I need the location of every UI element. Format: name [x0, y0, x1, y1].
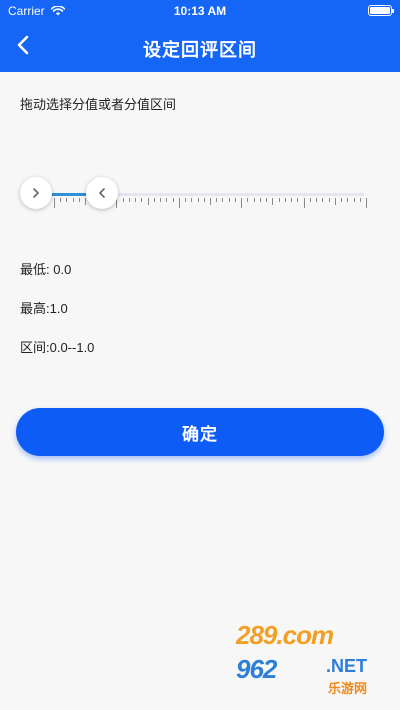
- ruler-tick: [135, 198, 137, 202]
- ruler-tick: [228, 198, 230, 202]
- ruler-tick: [66, 198, 68, 202]
- ruler-tick: [203, 198, 205, 202]
- ruler-tick: [172, 198, 174, 202]
- confirm-button[interactable]: 确定: [16, 408, 384, 456]
- ruler-tick: [128, 198, 130, 202]
- min-score-label: 最低: 0.0: [20, 262, 72, 277]
- slider-max-handle[interactable]: [85, 177, 118, 209]
- ruler-tick: [316, 198, 318, 202]
- ruler-tick: [328, 198, 330, 202]
- ruler-tick: [141, 198, 143, 202]
- ruler-tick: [322, 198, 324, 202]
- chevron-right-icon: [31, 187, 41, 199]
- ruler-tick: [303, 198, 305, 208]
- ruler-tick: [234, 198, 236, 202]
- ruler-tick: [347, 198, 349, 202]
- ruler-tick: [54, 198, 55, 208]
- ruler-tick: [122, 198, 124, 202]
- ruler-tick: [222, 198, 224, 202]
- ruler-tick: [253, 198, 255, 202]
- page-title: 设定回评区间: [143, 40, 257, 60]
- ruler-tick: [191, 198, 193, 202]
- watermark-net-text: .NET: [326, 656, 368, 676]
- ruler-tick: [85, 198, 87, 205]
- ruler-tick: [78, 198, 80, 202]
- status-time: 10:13 AM: [173, 4, 227, 18]
- watermark-cn-text: 乐游网: [328, 681, 368, 696]
- max-score-label: 最高:1.0: [20, 301, 68, 316]
- ruler-tick: [160, 198, 162, 202]
- ruler-tick: [266, 198, 268, 202]
- ruler-tick: [272, 198, 274, 205]
- ruler-tick: [366, 198, 367, 208]
- ruler-tick: [247, 198, 249, 202]
- status-bar: Carrier 10:13 AM: [0, 0, 400, 22]
- ruler-tick: [284, 198, 286, 202]
- ruler-tick: [359, 198, 361, 202]
- ruler-tick: [309, 198, 311, 202]
- chevron-left-icon: [97, 187, 107, 199]
- ruler-tick: [297, 198, 299, 202]
- ruler-tick: [60, 198, 62, 202]
- watermark-bottom-text: 962: [236, 654, 277, 684]
- ruler-tick: [185, 198, 187, 202]
- ruler-tick: [341, 198, 343, 202]
- ruler-tick: [278, 198, 280, 202]
- ruler-tick: [210, 198, 211, 205]
- ruler-tick: [166, 198, 168, 202]
- ruler-tick: [147, 198, 149, 205]
- ruler-tick: [72, 198, 74, 202]
- site-watermark: 289.com 962 .NET 乐游网: [236, 620, 386, 700]
- navigation-bar: 设定回评区间: [0, 22, 400, 72]
- ruler-tick: [241, 198, 243, 208]
- ruler-tick: [353, 198, 355, 202]
- ruler-tick: [259, 198, 261, 202]
- ruler-tick: [216, 198, 218, 202]
- ruler-tick: [178, 198, 180, 208]
- ruler-tick: [291, 198, 293, 202]
- ruler-tick: [334, 198, 336, 205]
- ruler-tick: [197, 198, 199, 202]
- range-slider[interactable]: [18, 175, 368, 215]
- range-label: 区间:0.0--1.0: [20, 340, 95, 355]
- instruction-text: 拖动选择分值或者分值区间: [20, 97, 177, 112]
- slider-min-handle[interactable]: [20, 177, 52, 209]
- battery-icon: [368, 5, 394, 16]
- watermark-top-text: 289.com: [236, 620, 334, 650]
- ruler-tick: [153, 198, 155, 202]
